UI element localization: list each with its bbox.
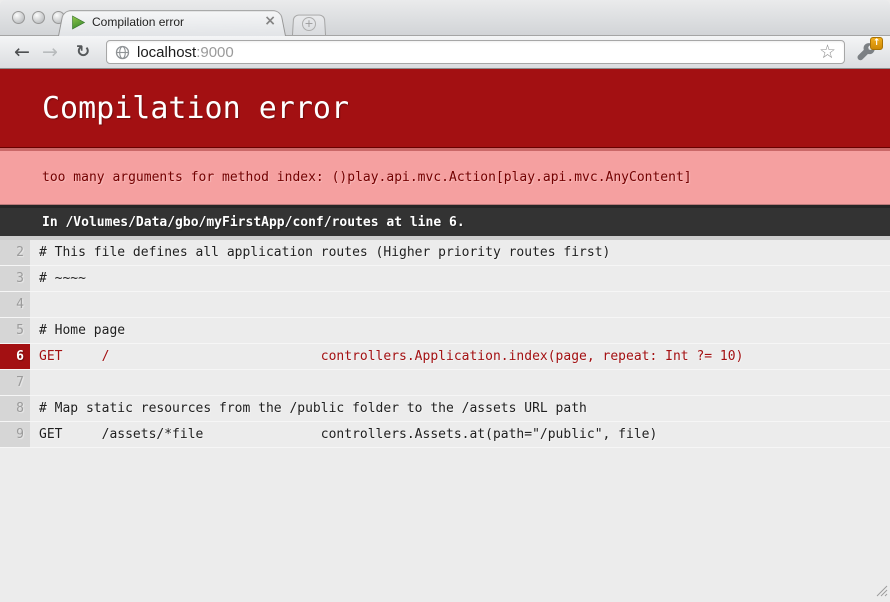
line-number: 3 — [0, 266, 30, 291]
code-text: # ~~~~ — [30, 266, 890, 291]
back-button[interactable]: ← — [10, 40, 34, 64]
resize-grip[interactable] — [873, 582, 888, 597]
line-number: 6 — [0, 344, 30, 369]
line-number: 4 — [0, 292, 30, 317]
code-text: # Home page — [30, 318, 890, 343]
window-close-button[interactable] — [12, 11, 25, 24]
code-listing: 2# This file defines all application rou… — [0, 236, 890, 448]
tab-strip: Compilation error × + — [0, 0, 890, 36]
url-text: localhost:9000 — [137, 44, 234, 61]
tab-title: Compilation error — [92, 15, 184, 29]
code-text: # This file defines all application rout… — [30, 240, 890, 265]
code-text — [30, 292, 890, 317]
code-text — [30, 370, 890, 395]
update-badge: ↑ — [870, 37, 883, 50]
tab-close-icon[interactable]: × — [264, 13, 276, 29]
page-title: Compilation error — [0, 69, 890, 148]
line-number: 7 — [0, 370, 30, 395]
url-host: localhost — [137, 44, 196, 61]
address-bar[interactable]: localhost:9000 ☆ — [106, 40, 845, 64]
line-number: 8 — [0, 396, 30, 421]
code-line-row: 4 — [0, 292, 890, 318]
forward-button[interactable]: → — [38, 40, 62, 64]
code-line-row: 3# ~~~~ — [0, 266, 890, 292]
error-location: In /Volumes/Data/gbo/myFirstApp/conf/rou… — [0, 205, 890, 236]
line-number: 5 — [0, 318, 30, 343]
url-port: :9000 — [196, 44, 234, 61]
code-line-row: 8# Map static resources from the /public… — [0, 396, 890, 422]
code-text: GET /assets/*file controllers.Assets.at(… — [30, 422, 890, 447]
tab-compilation-error[interactable]: Compilation error × — [58, 9, 286, 36]
code-text: # Map static resources from the /public … — [30, 396, 890, 421]
plus-icon: + — [302, 17, 316, 31]
play-framework-favicon-icon — [71, 15, 86, 30]
line-number: 9 — [0, 422, 30, 447]
window-minimize-button[interactable] — [32, 11, 45, 24]
new-tab-button[interactable]: + — [292, 13, 326, 35]
code-line-row: 5# Home page — [0, 318, 890, 344]
reload-button[interactable]: ↻ — [71, 40, 95, 64]
error-detail: too many arguments for method index: ()p… — [0, 148, 890, 205]
wrench-menu-button[interactable]: ↑ — [854, 39, 880, 65]
browser-window: Compilation error × + ← → ↻ localhost:90… — [0, 0, 890, 599]
bookmark-star-icon[interactable]: ☆ — [819, 42, 836, 62]
code-line-row: 2# This file defines all application rou… — [0, 240, 890, 266]
code-text: GET / controllers.Application.index(page… — [30, 344, 890, 369]
error-page: Compilation error too many arguments for… — [0, 69, 890, 448]
globe-icon — [115, 45, 130, 60]
line-number: 2 — [0, 240, 30, 265]
code-line-row: 7 — [0, 370, 890, 396]
code-line-row: 9GET /assets/*file controllers.Assets.at… — [0, 422, 890, 448]
code-line-row-error: 6GET / controllers.Application.index(pag… — [0, 344, 890, 370]
browser-toolbar: ← → ↻ localhost:9000 ☆ ↑ — [0, 36, 890, 69]
